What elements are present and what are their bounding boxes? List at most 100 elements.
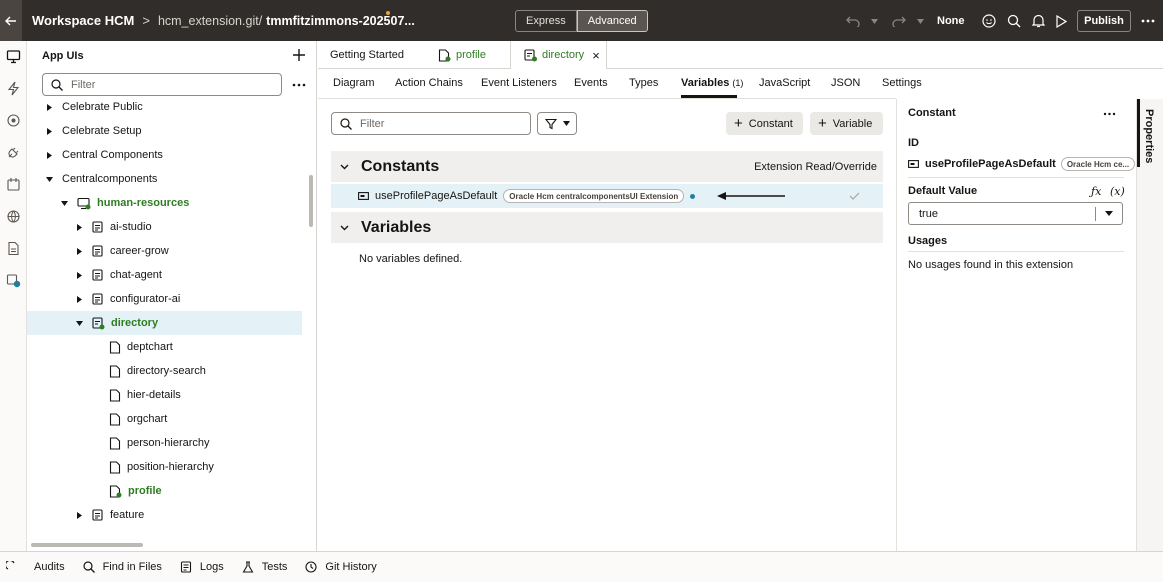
tab-action-chains[interactable]: Action Chains	[395, 77, 463, 89]
smiley-icon[interactable]	[981, 13, 997, 29]
globe-icon[interactable]	[6, 209, 21, 224]
panel-more-icon[interactable]	[292, 83, 306, 87]
tree-item-celebrate-public[interactable]: Celebrate Public	[27, 95, 302, 119]
breadcrumb-path[interactable]: hcm_extension.git/	[158, 14, 262, 28]
page-icon	[109, 340, 121, 354]
logs-button[interactable]: Logs	[180, 561, 224, 573]
properties-side-tab[interactable]: Properties	[1143, 109, 1155, 163]
expand-arrow-icon[interactable]	[75, 247, 83, 255]
tree-item-profile[interactable]: profile	[27, 479, 302, 503]
expand-arrow-icon[interactable]	[45, 127, 53, 135]
plug-icon[interactable]	[6, 145, 21, 160]
properties-more-icon[interactable]	[1103, 112, 1116, 116]
lightning-icon[interactable]	[6, 81, 21, 96]
constant-row[interactable]: useProfilePageAsDefault Oracle Hcm centr…	[331, 184, 883, 208]
collapse-arrow-icon[interactable]	[60, 199, 68, 207]
tree-item-ai-studio[interactable]: ai-studio	[27, 215, 302, 239]
tab-profile[interactable]: profile	[438, 41, 486, 69]
redo-icon[interactable]	[891, 13, 907, 29]
app-uis-filter-input[interactable]: Filter	[42, 73, 282, 96]
expand-arrow-icon[interactable]	[75, 223, 83, 231]
add-variable-button[interactable]: + Variable	[810, 112, 883, 135]
filter-dropdown-button[interactable]	[537, 112, 577, 135]
tab-json[interactable]: JSON	[831, 77, 860, 89]
properties-side-tab-bar: Properties	[1136, 99, 1163, 551]
app-uis-icon[interactable]	[6, 49, 21, 64]
tree-item-human-resources[interactable]: human-resources	[27, 191, 302, 215]
audits-button[interactable]: Audits	[6, 561, 65, 573]
tab-diagram[interactable]: Diagram	[333, 77, 375, 89]
expand-arrow-icon[interactable]	[75, 271, 83, 279]
tree-item-label: orgchart	[127, 413, 168, 425]
add-constant-button[interactable]: + Constant	[726, 112, 803, 135]
target-selector[interactable]: None	[937, 15, 965, 27]
chevron-down-icon[interactable]	[1105, 211, 1113, 216]
advanced-mode-button[interactable]: Advanced	[576, 10, 648, 32]
flow-icon	[92, 508, 103, 521]
tree-item-chat-agent[interactable]: chat-agent	[27, 263, 302, 287]
express-mode-button[interactable]: Express	[515, 10, 577, 32]
tree-item-central-components[interactable]: Central Components	[27, 143, 302, 167]
expression-editor-icon[interactable]: ƒx	[1091, 185, 1101, 198]
collapse-arrow-icon[interactable]	[45, 175, 53, 183]
tree-item-career-grow[interactable]: career-grow	[27, 239, 302, 263]
tab-types[interactable]: Types	[629, 77, 658, 89]
tree-item-feature[interactable]: feature	[27, 503, 302, 527]
collapse-arrow-icon[interactable]	[75, 319, 83, 327]
tree-item-label: deptchart	[127, 341, 173, 353]
tab-events[interactable]: Events	[574, 77, 608, 89]
tree-vertical-scrollbar[interactable]	[309, 175, 313, 227]
tab-variables[interactable]: Variables (1)	[681, 77, 743, 89]
expand-arrow-icon[interactable]	[45, 151, 53, 159]
chevron-down-icon[interactable]	[340, 164, 349, 170]
expand-arrow-icon[interactable]	[45, 103, 53, 111]
back-button[interactable]	[0, 0, 22, 41]
tree-item-hier-details[interactable]: hier-details	[27, 383, 302, 407]
document-icon[interactable]	[6, 241, 21, 256]
chevron-down-icon[interactable]	[340, 225, 349, 231]
default-value-select[interactable]: true	[908, 202, 1123, 225]
redo-history-icon[interactable]	[914, 13, 926, 29]
arrow-left-icon	[5, 16, 16, 25]
tree-item-deptchart[interactable]: deptchart	[27, 335, 302, 359]
find-in-files-button[interactable]: Find in Files	[82, 561, 162, 573]
breadcrumb-branch[interactable]: tmmfitzimmons-202507...	[266, 14, 415, 28]
more-menu-icon[interactable]	[1140, 13, 1156, 29]
tree-item-configurator-ai[interactable]: configurator-ai	[27, 287, 302, 311]
bell-icon[interactable]	[1030, 13, 1046, 29]
components-icon[interactable]	[6, 177, 21, 192]
expand-arrow-icon[interactable]	[75, 511, 83, 519]
variables-section-header[interactable]: Variables	[331, 212, 883, 243]
expand-arrow-icon[interactable]	[75, 295, 83, 303]
close-tab-icon[interactable]: ×	[592, 48, 600, 63]
status-label: Audits	[34, 561, 65, 573]
tree-horizontal-scrollbar[interactable]	[31, 543, 143, 547]
git-history-button[interactable]: Git History	[305, 561, 377, 573]
variable-picker-icon[interactable]: (x)	[1110, 185, 1125, 198]
tree-item-person-hierarchy[interactable]: person-hierarchy	[27, 431, 302, 455]
extension-icon[interactable]	[6, 273, 21, 288]
constants-section-header[interactable]: Constants Extension Read/Override	[331, 151, 883, 182]
tab-getting-started[interactable]: Getting Started	[330, 41, 404, 69]
tree-item-orgchart[interactable]: orgchart	[27, 407, 302, 431]
tree-item-celebrate-setup[interactable]: Celebrate Setup	[27, 119, 302, 143]
tab-directory[interactable]: directory ×	[510, 41, 607, 69]
tree-item-position-hierarchy[interactable]: position-hierarchy	[27, 455, 302, 479]
publish-button[interactable]: Publish	[1077, 10, 1131, 32]
tests-button[interactable]: Tests	[242, 561, 287, 573]
tab-event-listeners[interactable]: Event Listeners	[481, 77, 557, 89]
play-icon[interactable]	[1053, 13, 1069, 29]
plus-icon: +	[734, 115, 743, 132]
tab-settings[interactable]: Settings	[882, 77, 922, 89]
tree-item-label: feature	[110, 509, 145, 521]
target-icon[interactable]	[6, 113, 21, 128]
search-icon[interactable]	[1006, 13, 1022, 29]
tree-item-centralcomponents[interactable]: Centralcomponents	[27, 167, 302, 191]
tab-javascript[interactable]: JavaScript	[759, 77, 810, 89]
variables-filter-input[interactable]: Filter	[331, 112, 531, 135]
undo-icon[interactable]	[845, 13, 861, 29]
tree-item-directory[interactable]: directory	[27, 311, 302, 335]
add-app-ui-icon[interactable]	[292, 48, 306, 62]
tree-item-directory-search[interactable]: directory-search	[27, 359, 302, 383]
undo-history-icon[interactable]	[868, 13, 880, 29]
